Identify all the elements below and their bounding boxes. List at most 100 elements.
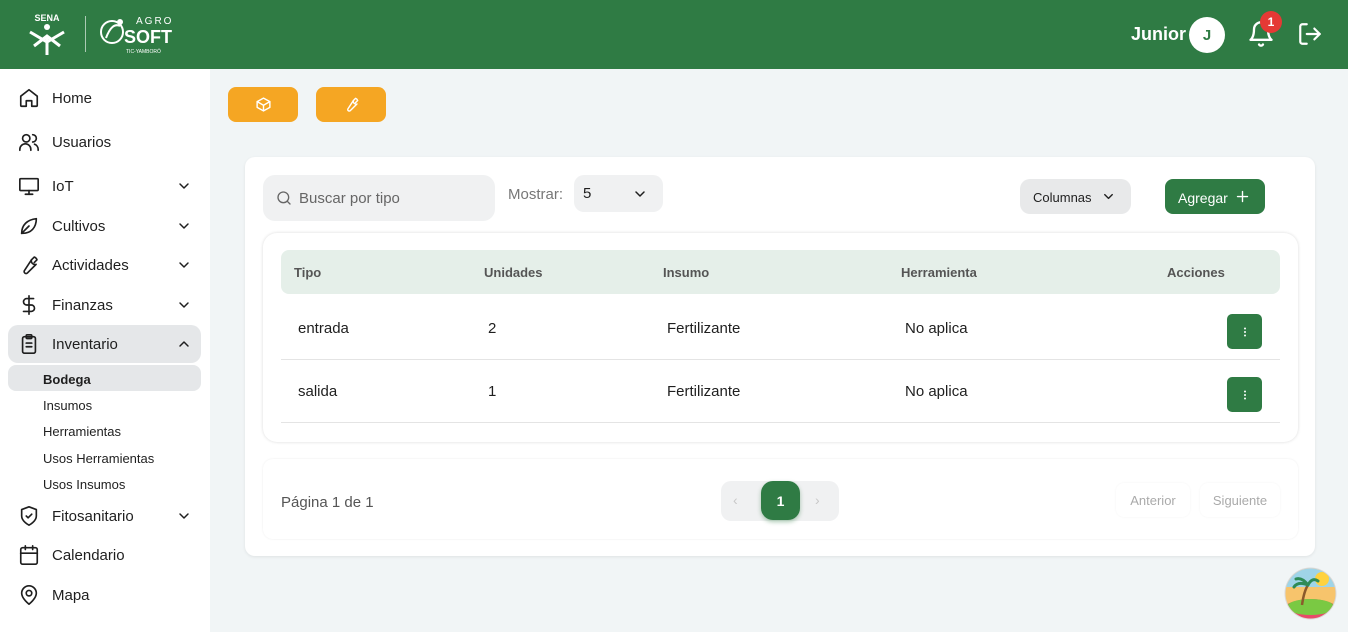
svg-text:SENA: SENA	[34, 13, 60, 23]
sidebar-item-label: Mapa	[52, 587, 90, 604]
sidebar-item-label: Fitosanitario	[52, 508, 134, 525]
sidebar-item-actividades[interactable]: Actividades	[8, 246, 201, 284]
sidebar-subitem-label: Bodega	[43, 372, 91, 387]
cell-insumo: Fertilizante	[667, 320, 741, 337]
show-label: Mostrar:	[508, 186, 564, 203]
svg-text:TIC-YAMBORÓ: TIC-YAMBORÓ	[126, 48, 161, 55]
sidebar-subitem-label: Herramientas	[43, 424, 122, 439]
cell-unidades: 1	[488, 383, 497, 400]
column-header-unidades[interactable]: Unidades	[484, 265, 543, 280]
users-icon	[19, 133, 39, 152]
leaf-icon	[20, 217, 38, 235]
plus-icon	[1236, 190, 1249, 203]
dollar-icon	[22, 295, 36, 315]
map-pin-icon	[20, 585, 38, 605]
pager: ‹ 1 ›	[721, 481, 839, 521]
previous-button[interactable]: Anterior	[1116, 483, 1190, 517]
table-row[interactable]: salida 1 Fertilizante No aplica	[281, 361, 1280, 423]
chevron-down-icon	[179, 183, 189, 189]
next-button[interactable]: Siguiente	[1200, 483, 1280, 517]
bodega-card: Mostrar: 5 Columnas Agregar Tipo Unidade…	[245, 157, 1315, 556]
previous-label: Anterior	[1130, 493, 1176, 508]
user-avatar[interactable]: J	[1189, 17, 1225, 53]
search-input[interactable]	[299, 187, 484, 209]
wrench-icon	[23, 256, 38, 275]
search-icon	[277, 191, 291, 205]
sidebar-item-label: Actividades	[52, 257, 129, 274]
shield-icon	[20, 506, 38, 526]
table-row[interactable]: entrada 2 Fertilizante No aplica	[281, 298, 1280, 360]
svg-text:AGRO: AGRO	[136, 16, 173, 27]
sidebar: Home Usuarios IoT Cultivos Actividades F…	[0, 69, 210, 632]
user-name: Junior	[1131, 24, 1187, 44]
sidebar-item-home[interactable]: Home	[8, 79, 201, 117]
row-actions-button[interactable]	[1227, 314, 1262, 349]
columns-button[interactable]: Columnas	[1020, 179, 1131, 214]
cell-herramienta: No aplica	[905, 320, 968, 337]
sidebar-subitem-label: Usos Herramientas	[43, 451, 155, 466]
column-header-tipo[interactable]: Tipo	[294, 265, 321, 280]
row-actions-button[interactable]	[1227, 377, 1262, 412]
herramientas-quick-button[interactable]	[316, 87, 386, 122]
cell-insumo: Fertilizante	[667, 383, 741, 400]
sidebar-item-finanzas[interactable]: Finanzas	[8, 286, 201, 324]
top-bar: SENA AGRO SOFT TIC-YAMBORÓ Junior J 1	[0, 0, 1348, 69]
search-box[interactable]	[263, 175, 495, 221]
sidebar-subitem-herramientas[interactable]: Herramientas	[8, 417, 201, 443]
sidebar-item-mapa[interactable]: Mapa	[8, 576, 201, 614]
table-header: Tipo Unidades Insumo Herramienta Accione…	[281, 250, 1280, 294]
rows-per-page-value: 5	[583, 185, 592, 202]
logo-divider	[85, 16, 86, 52]
wrench-icon	[346, 97, 358, 112]
sidebar-subitem-usos-herramientas[interactable]: Usos Herramientas	[8, 444, 201, 470]
monitor-icon	[19, 177, 39, 196]
sidebar-item-inventario[interactable]: Inventario	[8, 325, 201, 363]
more-vertical-icon	[1243, 327, 1246, 336]
sidebar-subitem-insumos[interactable]: Insumos	[8, 391, 201, 417]
pager-next-arrow[interactable]: ›	[815, 492, 820, 508]
pagination-bar: Página 1 de 1 ‹ 1 › Anterior Siguiente	[263, 459, 1298, 539]
sidebar-item-label: Finanzas	[52, 297, 113, 314]
bodega-quick-button[interactable]	[228, 87, 298, 122]
chevron-down-icon	[179, 302, 189, 308]
sidebar-item-usuarios[interactable]: Usuarios	[8, 123, 201, 161]
page-info: Página 1 de 1	[281, 494, 374, 511]
sidebar-subitem-bodega[interactable]: Bodega	[8, 365, 201, 391]
cell-unidades: 2	[488, 320, 497, 337]
sidebar-item-label: Cultivos	[52, 218, 106, 235]
column-header-insumo[interactable]: Insumo	[663, 265, 709, 280]
add-button[interactable]: Agregar	[1165, 179, 1265, 214]
chevron-down-icon	[635, 191, 645, 197]
agrosoft-logo: AGRO SOFT TIC-YAMBORÓ	[100, 16, 173, 55]
sidebar-item-label: Home	[52, 90, 93, 107]
rows-per-page-select[interactable]: 5	[574, 175, 663, 212]
chevron-down-icon	[179, 262, 189, 268]
sidebar-item-cultivos[interactable]: Cultivos	[8, 207, 201, 245]
sidebar-item-fitosanitario[interactable]: Fitosanitario	[8, 497, 201, 535]
sena-logo: SENA	[29, 13, 65, 55]
notification-badge: 1	[1260, 11, 1282, 33]
chevron-up-icon	[179, 341, 189, 347]
sidebar-item-label: Inventario	[52, 336, 118, 353]
sidebar-subitem-label: Insumos	[43, 398, 93, 413]
cell-tipo: entrada	[298, 320, 349, 337]
columns-label: Columnas	[1033, 190, 1092, 205]
sidebar-subitem-usos-insumos[interactable]: Usos Insumos	[8, 470, 201, 496]
next-label: Siguiente	[1212, 493, 1268, 508]
assistant-avatar-icon[interactable]	[1284, 567, 1337, 620]
pager-prev-arrow[interactable]: ‹	[733, 492, 738, 508]
logout-icon[interactable]	[1296, 21, 1324, 47]
cell-tipo: salida	[298, 383, 338, 400]
column-header-herramienta[interactable]: Herramienta	[901, 265, 977, 280]
sidebar-item-label: Calendario	[52, 547, 125, 564]
avatar-initial: J	[1202, 26, 1212, 44]
sidebar-item-iot[interactable]: IoT	[8, 167, 201, 205]
svg-text:SOFT: SOFT	[124, 27, 172, 47]
calendar-icon	[19, 545, 39, 565]
sidebar-item-calendario[interactable]: Calendario	[8, 536, 201, 574]
sidebar-subitem-label: Usos Insumos	[43, 477, 126, 492]
clipboard-icon	[21, 334, 37, 354]
chevron-down-icon	[179, 513, 189, 519]
cell-herramienta: No aplica	[905, 383, 968, 400]
pager-page-current[interactable]: 1	[761, 481, 800, 520]
